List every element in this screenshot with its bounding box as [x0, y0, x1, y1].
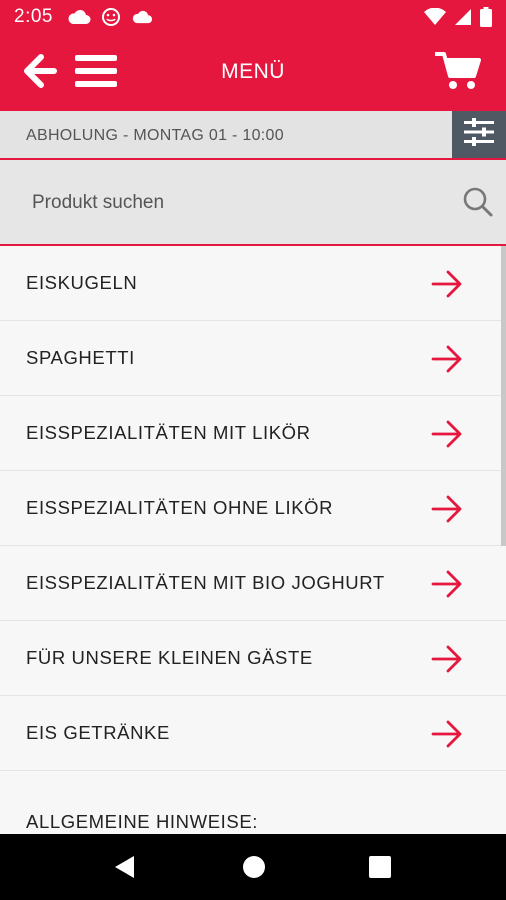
face-icon	[101, 7, 121, 27]
pickup-bar: ABHOLUNG - MONTAG 01 - 10:00	[0, 111, 506, 160]
category-label: SPAGHETTI	[26, 347, 135, 368]
category-item-kleine-gaeste[interactable]: FÜR UNSERE KLEINEN GÄSTE	[0, 621, 506, 696]
category-item-eiskugeln[interactable]: EISKUGELN	[0, 246, 506, 321]
battery-icon	[480, 7, 492, 27]
wifi-icon	[424, 8, 446, 26]
category-label: FÜR UNSERE KLEINEN GÄSTE	[26, 647, 313, 668]
category-label: EISSPEZIALITÄTEN MIT BIO JOGHURT	[26, 572, 385, 593]
category-label: EISKUGELN	[26, 272, 138, 293]
arrow-right-icon	[430, 568, 464, 600]
category-label: EISSPEZIALITÄTEN OHNE LIKÖR	[26, 497, 334, 518]
search-input[interactable]	[18, 184, 438, 222]
nav-recents-icon[interactable]	[368, 855, 392, 884]
cart-button[interactable]	[434, 51, 482, 96]
filter-button[interactable]	[452, 111, 506, 158]
status-time: 2:05	[14, 6, 53, 27]
category-label: EIS GETRÄNKE	[26, 722, 170, 743]
app-bar: MENÜ	[0, 34, 506, 111]
arrow-right-icon	[430, 418, 464, 450]
category-label: EISSPEZIALITÄTEN MIT LIKÖR	[26, 422, 311, 443]
notes-heading: ALLGEMEINE HINWEISE:	[26, 811, 258, 832]
arrow-right-icon	[430, 643, 464, 675]
search-button[interactable]	[460, 186, 496, 222]
search-bar	[0, 160, 506, 246]
category-item-eis-getraenke[interactable]: EIS GETRÄNKE	[0, 696, 506, 771]
system-nav-bar	[0, 834, 506, 900]
page-title: MENÜ	[221, 60, 285, 83]
cloud-icon	[67, 9, 91, 25]
status-bar: 2:05	[0, 0, 506, 34]
search-icon	[462, 186, 494, 223]
pickup-info[interactable]: ABHOLUNG - MONTAG 01 - 10:00	[26, 127, 284, 145]
arrow-right-icon	[430, 493, 464, 525]
cloud-icon	[131, 10, 153, 24]
sliders-icon	[464, 118, 494, 151]
signal-icon	[454, 8, 472, 26]
category-item-bio-joghurt[interactable]: EISSPEZIALITÄTEN MIT BIO JOGHURT	[0, 546, 506, 621]
category-item-ohne-likoer[interactable]: EISSPEZIALITÄTEN OHNE LIKÖR	[0, 471, 506, 546]
scrollbar[interactable]	[501, 246, 506, 546]
arrow-right-icon	[430, 343, 464, 375]
cart-icon	[434, 51, 481, 96]
nav-home-icon[interactable]	[241, 854, 267, 885]
category-list: EISKUGELN SPAGHETTI EISSPEZIALITÄTEN MIT…	[0, 246, 506, 834]
category-item-mit-likoer[interactable]: EISSPEZIALITÄTEN MIT LIKÖR	[0, 396, 506, 471]
arrow-right-icon	[430, 718, 464, 750]
general-notes: ALLGEMEINE HINWEISE:	[0, 771, 506, 833]
arrow-right-icon	[430, 268, 464, 300]
nav-back-icon[interactable]	[112, 854, 136, 885]
category-item-spaghetti[interactable]: SPAGHETTI	[0, 321, 506, 396]
